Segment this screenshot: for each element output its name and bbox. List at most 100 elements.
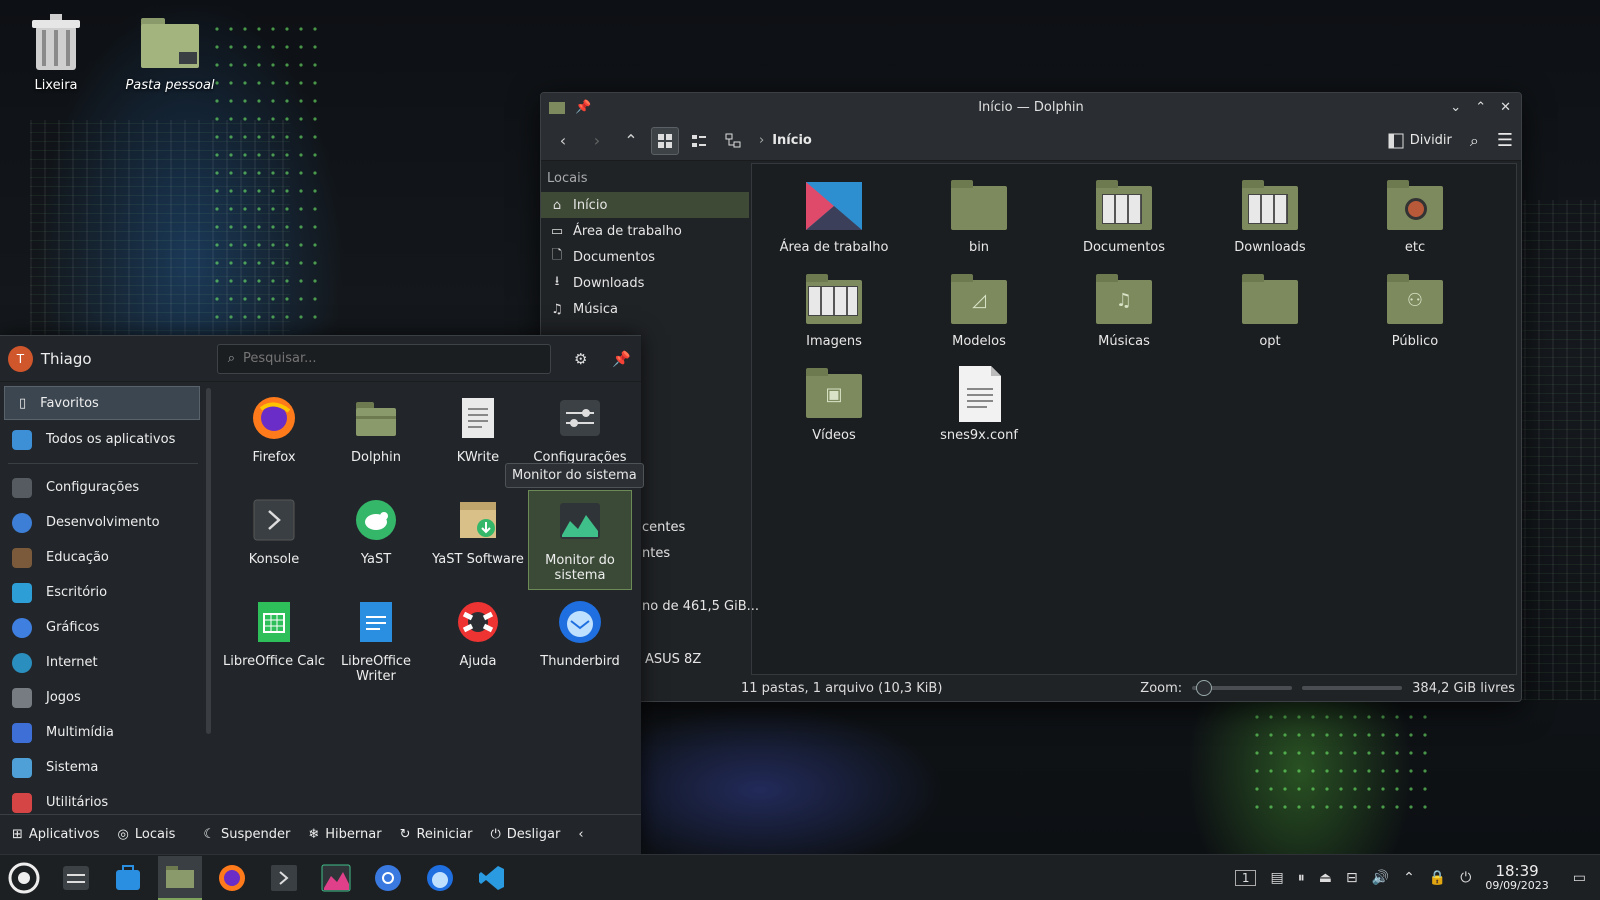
app-konsole[interactable]: Konsole	[222, 490, 326, 590]
volume-icon[interactable]: 🔊	[1372, 870, 1389, 886]
back-button[interactable]: ‹	[549, 127, 577, 155]
task-settings[interactable]	[54, 856, 98, 900]
task-dolphin[interactable]	[158, 855, 202, 900]
configure-icon[interactable]: ⚙	[569, 350, 592, 368]
lock-icon[interactable]: 🔒	[1429, 870, 1446, 886]
tree-view-button[interactable]	[719, 127, 747, 155]
place-documents[interactable]: 🗋 Documentos	[541, 244, 749, 270]
category-favorites[interactable]: ▯ Favoritos	[4, 386, 200, 420]
icons-view-button[interactable]	[651, 126, 679, 155]
category-internet[interactable]: Internet	[0, 645, 206, 680]
free-space-text: 384,2 GiB livres	[1412, 680, 1515, 696]
search-input[interactable]	[243, 351, 544, 366]
power-icon[interactable]: ⏻	[1460, 870, 1471, 886]
leave-menu-button[interactable]: ‹	[578, 827, 583, 842]
file-item[interactable]: ◿ Modelos	[909, 272, 1049, 349]
show-desktop-icon[interactable]: ▭	[1573, 870, 1586, 886]
zoom-slider[interactable]	[1192, 680, 1293, 696]
file-name: Vídeos	[812, 428, 856, 443]
breadcrumb[interactable]: › Início	[759, 133, 812, 148]
clipboard-icon[interactable]: ▤	[1270, 870, 1283, 886]
media-player-icon[interactable]: ⏸	[1298, 870, 1305, 886]
forward-button[interactable]: ›	[583, 127, 611, 155]
expand-tray-icon[interactable]: ⌃	[1403, 870, 1415, 886]
task-chromium[interactable]	[366, 856, 410, 900]
suspend-button[interactable]: ☾ Suspender	[203, 827, 290, 842]
file-item[interactable]: ♫ Músicas	[1054, 272, 1194, 349]
file-item[interactable]: Área de trabalho	[764, 178, 904, 255]
search-field[interactable]: ⌕	[216, 343, 552, 374]
place-music[interactable]: ♫ Música	[541, 296, 749, 322]
file-name: bin	[968, 240, 990, 255]
up-button[interactable]: ⌃	[617, 127, 645, 155]
file-item[interactable]: Documentos	[1054, 178, 1194, 255]
file-view[interactable]: Área de trabalho bin Documentos Download…	[751, 163, 1517, 675]
task-firefox[interactable]	[210, 856, 254, 900]
hibernate-button[interactable]: ❄ Hibernar	[308, 827, 381, 842]
place-recent-partial[interactable]: ntes	[642, 546, 670, 561]
app-help[interactable]: Ajuda	[426, 592, 530, 692]
category-scrollbar[interactable]	[206, 388, 211, 734]
category-all-apps[interactable]: Todos os aplicativos	[0, 422, 206, 457]
category-office[interactable]: Escritório	[0, 575, 206, 610]
place-device-partial[interactable]: ASUS 8Z	[645, 652, 701, 667]
task-vscode[interactable]	[470, 856, 514, 900]
breadcrumb-item[interactable]: Início	[772, 133, 812, 148]
file-item[interactable]: ▣ Vídeos	[764, 366, 904, 443]
place-downloads[interactable]: ⭳ Downloads	[541, 270, 749, 296]
desktop-icon-home-folder[interactable]: Pasta pessoal	[122, 12, 218, 93]
file-item[interactable]: Downloads	[1200, 178, 1340, 255]
minimize-button[interactable]: ⌄	[1450, 100, 1461, 115]
search-icon[interactable]: ⌕	[1470, 131, 1479, 151]
pin-icon[interactable]: 📌	[575, 100, 591, 115]
app-libreoffice-writer[interactable]: LibreOffice Writer	[324, 592, 428, 692]
app-system-monitor[interactable]: Monitor do sistema	[528, 490, 632, 590]
place-device-partial[interactable]: no de 461,5 GiB...	[642, 599, 759, 614]
category-graphics[interactable]: Gráficos	[0, 610, 206, 645]
digital-clock[interactable]: 18:39 09/09/2023	[1485, 863, 1548, 892]
app-yast[interactable]: YaST	[324, 490, 428, 590]
device-notifier-icon[interactable]: ⏏	[1319, 870, 1332, 886]
place-recent-partial[interactable]: centes	[642, 520, 685, 535]
category-system[interactable]: Sistema	[0, 750, 206, 785]
category-development[interactable]: Desenvolvimento	[0, 505, 206, 540]
app-yast-software[interactable]: YaST Software	[426, 490, 530, 590]
task-system-monitor[interactable]	[314, 856, 358, 900]
file-item[interactable]: Imagens	[764, 272, 904, 349]
applications-tab[interactable]: ⊞ Aplicativos	[12, 827, 100, 842]
file-item[interactable]: snes9x.conf	[909, 366, 1049, 443]
details-view-button[interactable]	[685, 127, 713, 155]
split-button[interactable]: Dividir	[1388, 133, 1452, 149]
file-item[interactable]: bin	[909, 178, 1049, 255]
pin-icon[interactable]: 📌	[610, 350, 633, 368]
task-konsole[interactable]	[262, 856, 306, 900]
window-titlebar[interactable]: 📌 Início — Dolphin ⌄ ⌃ ✕	[541, 93, 1521, 121]
app-dolphin[interactable]: Dolphin	[324, 388, 428, 488]
place-desktop[interactable]: ▭ Área de trabalho	[541, 218, 749, 244]
virtual-desktop-pager[interactable]: 1	[1234, 869, 1257, 886]
file-item[interactable]: opt	[1200, 272, 1340, 349]
app-firefox[interactable]: Firefox	[222, 388, 326, 488]
place-home[interactable]: ⌂ Início	[541, 192, 749, 218]
hamburger-menu-icon[interactable]: ☰	[1497, 130, 1513, 151]
category-multimedia[interactable]: Multimídia	[0, 715, 206, 750]
task-thunderbird[interactable]	[418, 856, 462, 900]
desktop-icon-trash[interactable]: Lixeira	[8, 12, 104, 93]
task-discover[interactable]	[106, 856, 150, 900]
file-item[interactable]: ⚇ Público	[1345, 272, 1485, 349]
places-tab[interactable]: ◎ Locais	[118, 827, 176, 842]
avatar[interactable]: T	[8, 345, 33, 372]
category-settings[interactable]: Configurações	[0, 470, 206, 505]
network-icon[interactable]: ⊟	[1346, 870, 1358, 886]
file-item[interactable]: etc	[1345, 178, 1485, 255]
launcher-button[interactable]	[2, 856, 46, 900]
app-thunderbird[interactable]: Thunderbird	[528, 592, 632, 692]
maximize-button[interactable]: ⌃	[1475, 100, 1486, 115]
app-libreoffice-calc[interactable]: LibreOffice Calc	[222, 592, 326, 692]
restart-button[interactable]: ↻ Reiniciar	[400, 827, 473, 842]
zoom-slider-handle[interactable]	[1196, 680, 1213, 696]
shutdown-button[interactable]: ⏻ Desligar	[490, 827, 560, 842]
category-games[interactable]: Jogos	[0, 680, 206, 715]
close-button[interactable]: ✕	[1500, 100, 1511, 115]
category-education[interactable]: Educação	[0, 540, 206, 575]
